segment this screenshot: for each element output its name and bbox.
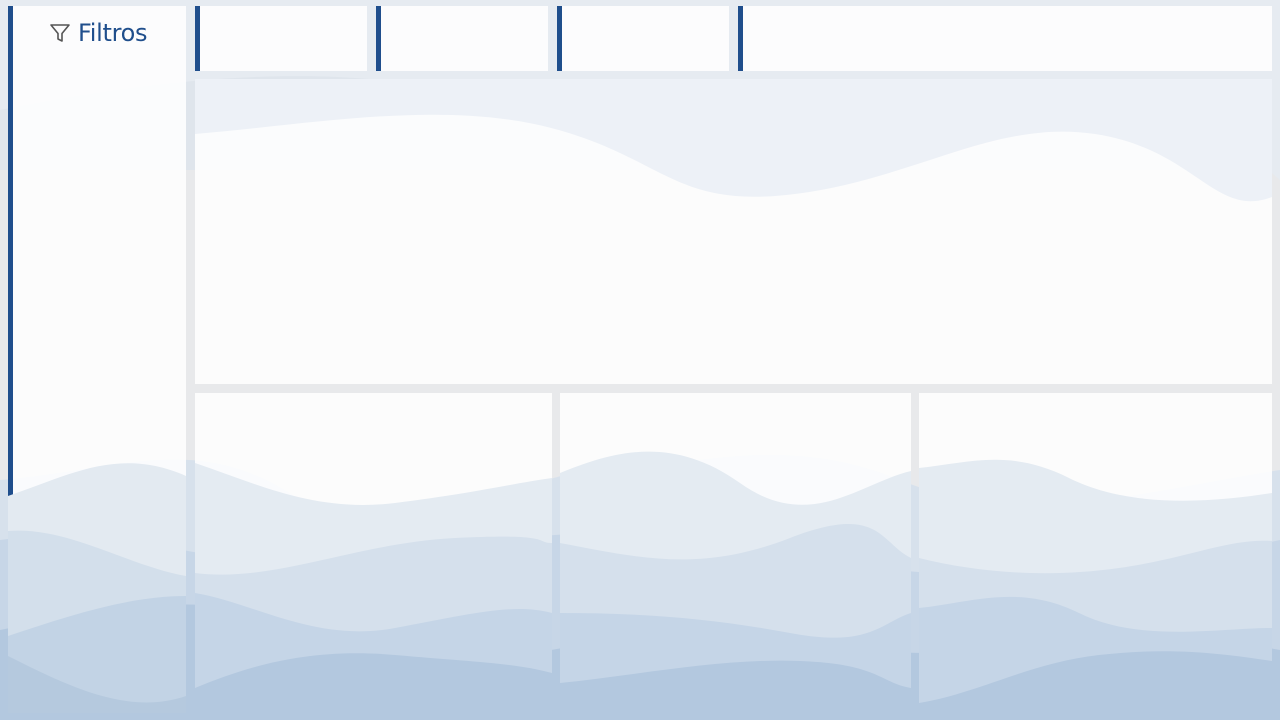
kpi-card-3 (557, 6, 729, 71)
kpi-card-1 (195, 6, 367, 71)
filters-panel-wave (8, 463, 186, 713)
filters-button[interactable]: Filtros (48, 19, 148, 47)
kpi-card-2 (376, 6, 548, 71)
bottom-chart-tile-1 (195, 393, 552, 713)
filter-icon (48, 21, 72, 45)
bottom-chart-tile-3 (919, 393, 1272, 713)
bottom-chart-wave-2 (560, 451, 911, 713)
kpi-card-4 (738, 6, 1272, 71)
bottom-chart-tile-2 (560, 393, 911, 713)
bottom-chart-wave-1 (195, 463, 552, 713)
bottom-chart-wave-3 (919, 459, 1272, 713)
main-chart-tile (195, 79, 1272, 384)
filters-panel: Filtros (8, 6, 186, 713)
main-chart-wave (195, 79, 1272, 202)
filters-label: Filtros (78, 19, 148, 47)
